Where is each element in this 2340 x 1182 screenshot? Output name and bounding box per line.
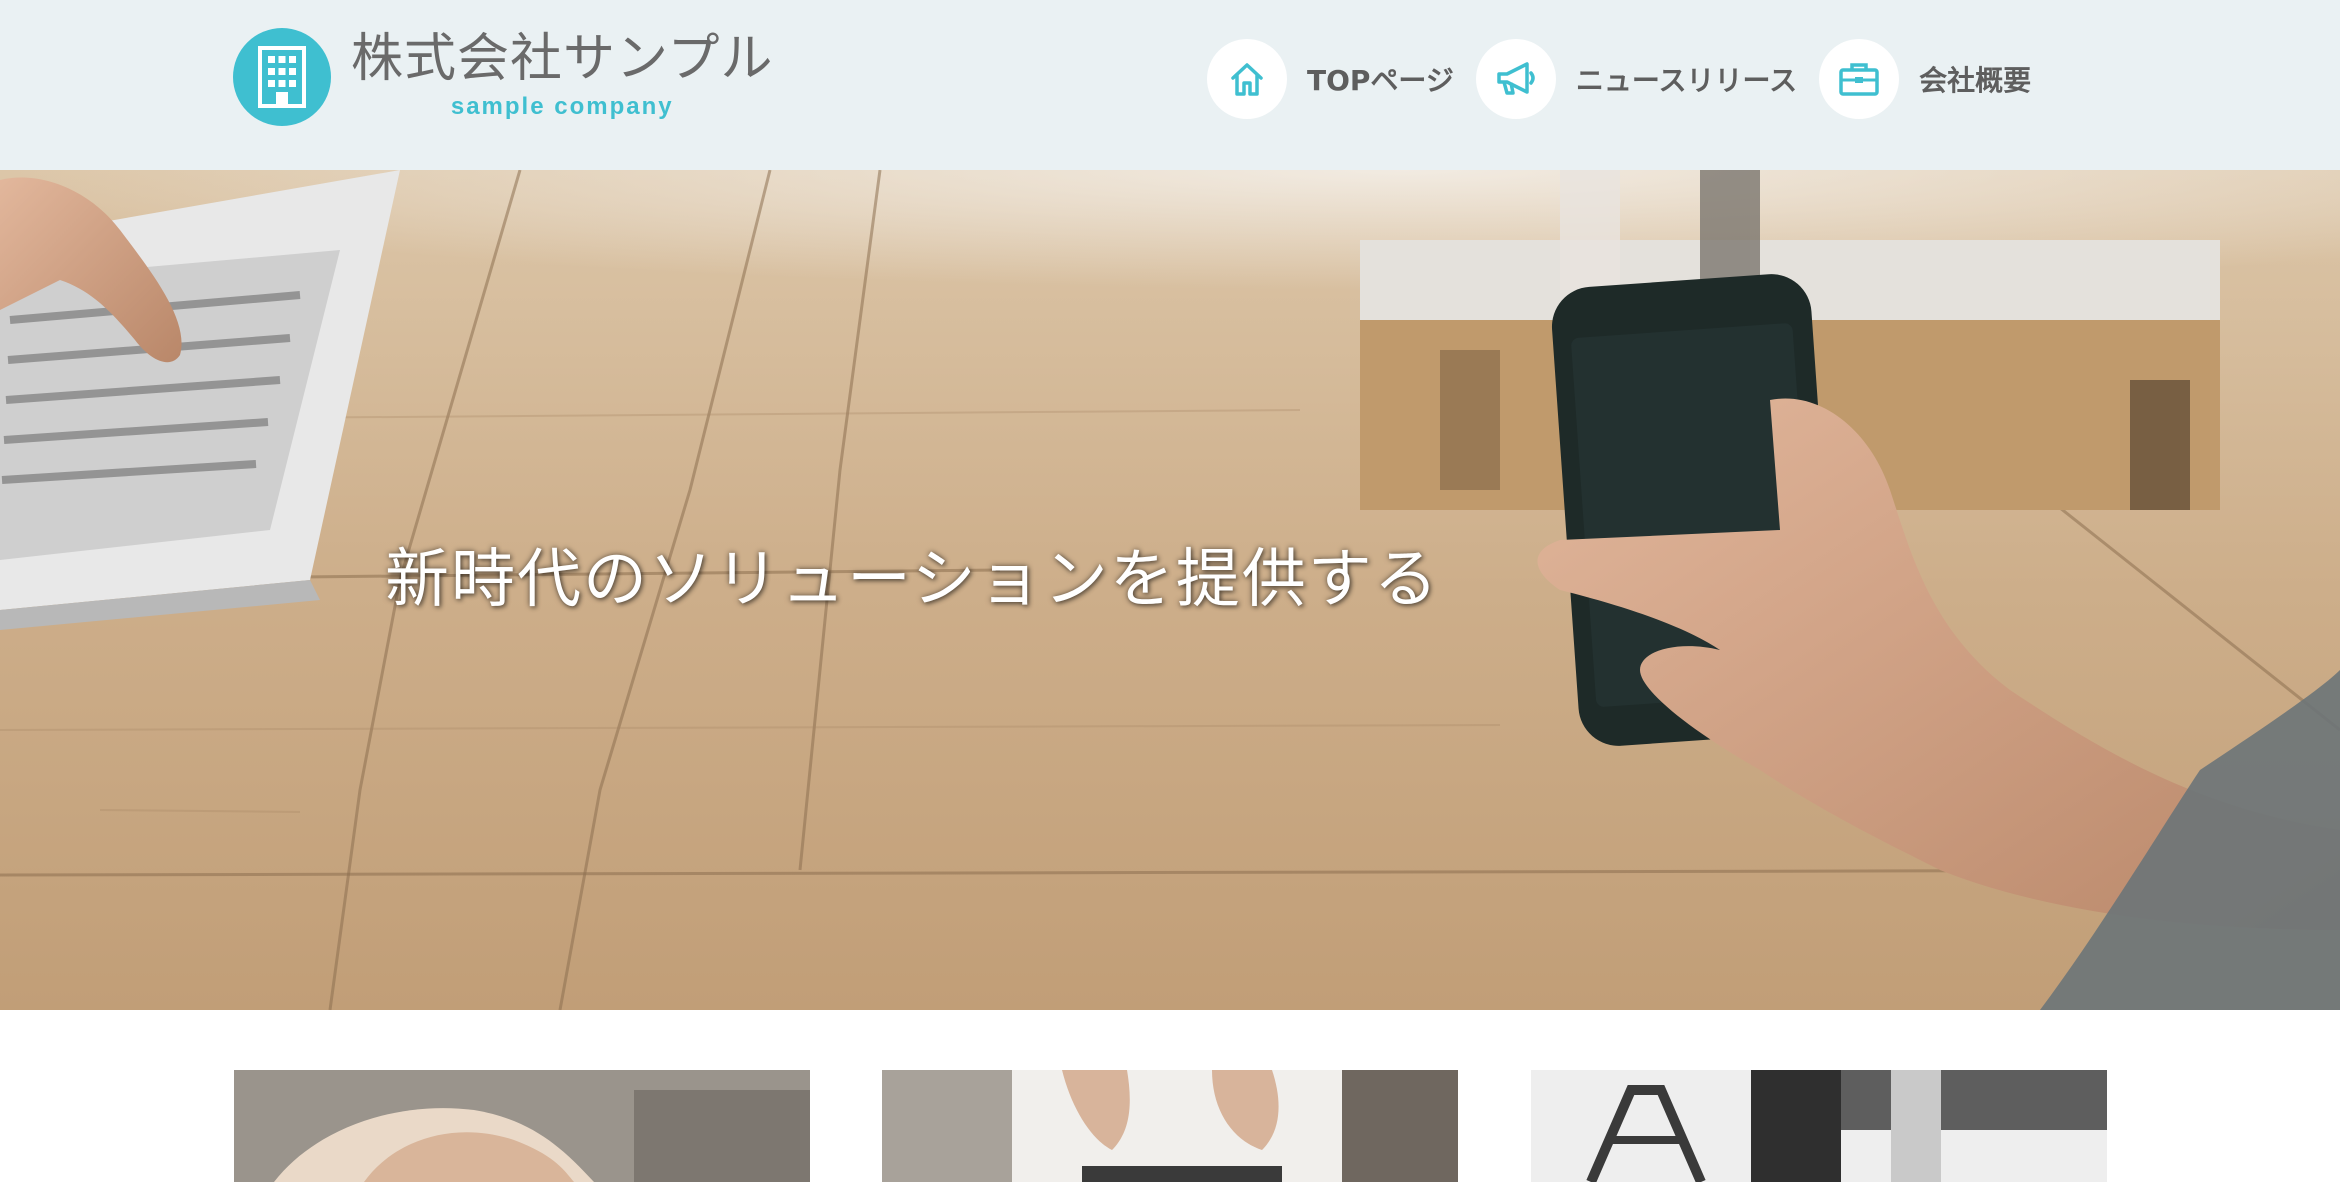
feature-card-3[interactable]: [1531, 1070, 2107, 1182]
site-header: 株式会社サンプル sample company TOPページ ニュースリリース: [0, 0, 2340, 170]
nav-item-company[interactable]: 会社概要: [1819, 39, 2031, 119]
site-logo[interactable]: 株式会社サンプル sample company: [233, 28, 773, 126]
nav-label-top: TOPページ: [1307, 64, 1454, 97]
nav-label-company: 会社概要: [1919, 64, 2032, 97]
nav-item-news[interactable]: ニュースリリース: [1475, 39, 1798, 119]
feature-card-1[interactable]: [234, 1070, 810, 1182]
feature-card-2[interactable]: [882, 1070, 1458, 1182]
company-name-en: sample company: [450, 93, 674, 120]
megaphone-icon: [1475, 39, 1556, 119]
home-icon: [1207, 39, 1287, 119]
company-name-ja: 株式会社サンプル: [351, 29, 774, 89]
office-interior-photo: [1531, 1070, 2107, 1182]
global-nav: TOPページ ニュースリリース 会社概要: [1207, 39, 2031, 119]
briefcase-icon: [1819, 39, 1900, 119]
nav-item-top[interactable]: TOPページ: [1207, 39, 1454, 119]
hands-with-cup-photo: [234, 1070, 810, 1182]
logo-text: 株式会社サンプル sample company: [351, 28, 773, 120]
hero-banner: 新時代のソリューションを提供する: [0, 170, 2340, 1010]
hero-tagline: 新時代のソリューションを提供する: [385, 543, 1440, 617]
nav-label-news: ニュースリリース: [1575, 64, 1798, 97]
hands-on-laptop-photo: [882, 1070, 1458, 1182]
building-icon: [233, 28, 331, 126]
